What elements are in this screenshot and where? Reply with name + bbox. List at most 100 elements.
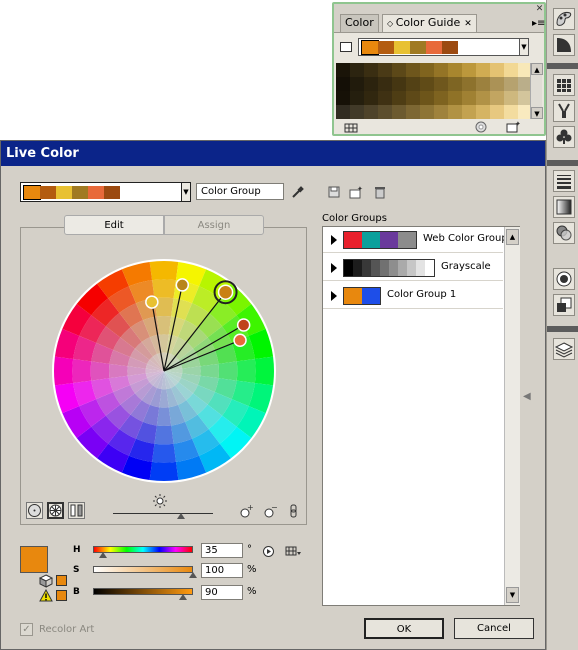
variation-swatch[interactable]: [420, 105, 434, 119]
swatch[interactable]: [378, 41, 394, 54]
brightness-slider[interactable]: [113, 513, 213, 514]
swatch[interactable]: [407, 260, 416, 276]
variation-swatch[interactable]: [434, 77, 448, 91]
color-mode-menu-icon[interactable]: [285, 546, 301, 556]
color-group-swatches[interactable]: [343, 287, 381, 305]
color-group-row[interactable]: Web Color Group: [323, 227, 508, 253]
variation-swatch[interactable]: [434, 91, 448, 105]
variation-swatch[interactable]: [378, 91, 392, 105]
variation-scrollbar[interactable]: ▲ ▼: [530, 63, 543, 119]
variation-swatch[interactable]: [448, 105, 462, 119]
swatch[interactable]: [394, 41, 410, 54]
variation-swatch[interactable]: [392, 91, 406, 105]
appearance-icon[interactable]: [553, 268, 575, 290]
variation-swatch[interactable]: [392, 63, 406, 77]
variation-swatch[interactable]: [392, 77, 406, 91]
variation-swatch[interactable]: [420, 77, 434, 91]
variation-swatch[interactable]: [476, 105, 490, 119]
wheel-segment[interactable]: [154, 425, 174, 445]
group-name-field[interactable]: Color Group: [196, 183, 284, 200]
wheel-segment[interactable]: [149, 461, 179, 481]
variation-swatch[interactable]: [350, 77, 364, 91]
swatch[interactable]: [361, 40, 379, 55]
harmony-swatch-strip[interactable]: [358, 38, 520, 56]
swatch[interactable]: [380, 232, 398, 248]
web-safe-swatch[interactable]: [56, 575, 67, 586]
harmony-color-marker[interactable]: [236, 318, 251, 332]
expand-arrow-icon[interactable]: [331, 291, 337, 301]
variation-swatch[interactable]: [504, 91, 518, 105]
cancel-button[interactable]: Cancel: [454, 618, 534, 639]
tab-edit[interactable]: Edit: [64, 215, 164, 235]
variation-swatch[interactable]: [406, 77, 420, 91]
variation-swatch[interactable]: [420, 63, 434, 77]
swatch[interactable]: [104, 186, 120, 199]
segmented-wheel-button[interactable]: [47, 502, 64, 519]
swatch[interactable]: [380, 260, 389, 276]
delete-icon[interactable]: [373, 185, 387, 199]
variation-swatch[interactable]: [504, 63, 518, 77]
variation-swatch[interactable]: [462, 105, 476, 119]
variation-swatch[interactable]: [350, 105, 364, 119]
brightness-input[interactable]: 90: [201, 585, 243, 600]
graphic-styles-icon[interactable]: [553, 294, 575, 316]
variation-swatch[interactable]: [448, 63, 462, 77]
remove-color-tool-icon[interactable]: −: [263, 503, 278, 518]
scroll-up-arrow[interactable]: ▲: [506, 229, 519, 245]
variation-swatch[interactable]: [462, 91, 476, 105]
variation-swatch[interactable]: [504, 105, 518, 119]
current-group-dropdown[interactable]: ▼: [181, 182, 191, 202]
swatch[interactable]: [442, 41, 458, 54]
expand-arrow-icon[interactable]: [331, 235, 337, 245]
wheel-segment[interactable]: [156, 407, 172, 426]
brightness-value-slider-thumb[interactable]: [179, 594, 187, 600]
symbols-icon[interactable]: [553, 126, 575, 148]
wheel-segment[interactable]: [54, 356, 74, 386]
variation-swatch[interactable]: [350, 91, 364, 105]
save-group-icon[interactable]: ✦: [506, 120, 521, 133]
variation-swatch[interactable]: [336, 63, 350, 77]
color-group-row[interactable]: Grayscale: [323, 255, 503, 281]
variation-swatch[interactable]: [392, 105, 406, 119]
tab-assign[interactable]: Assign: [164, 215, 264, 235]
color-groups-list[interactable]: Web Color Group Grayscale Color Group 1 ▲ …: [322, 226, 520, 606]
saturation-input[interactable]: 100: [201, 563, 243, 578]
variation-swatch[interactable]: [378, 77, 392, 91]
variation-swatch[interactable]: [406, 105, 420, 119]
brushes-icon[interactable]: [553, 100, 575, 122]
variation-swatch[interactable]: [406, 91, 420, 105]
tab-color[interactable]: Color: [340, 14, 379, 32]
variation-swatch[interactable]: [490, 77, 504, 91]
current-group-swatch-strip[interactable]: [20, 182, 182, 202]
swatch[interactable]: [344, 232, 362, 248]
out-of-web-color-icon[interactable]: [38, 574, 54, 588]
brightness-value-slider[interactable]: [93, 588, 193, 595]
swatch[interactable]: [88, 186, 104, 199]
variation-swatch[interactable]: [476, 77, 490, 91]
color-groups-scrollbar[interactable]: ▲ ▼: [504, 227, 520, 605]
swatch[interactable]: [398, 260, 407, 276]
brightness-slider-thumb[interactable]: [177, 513, 185, 519]
close-icon[interactable]: ✕: [534, 4, 545, 15]
selected-color-swatch[interactable]: [20, 546, 48, 573]
swatch[interactable]: [40, 186, 56, 199]
variation-swatch[interactable]: [364, 77, 378, 91]
limit-swatches-icon[interactable]: [344, 123, 358, 133]
stroke-icon[interactable]: [553, 170, 575, 192]
variation-swatch[interactable]: [462, 77, 476, 91]
smooth-wheel-button[interactable]: [26, 502, 43, 519]
harmony-color-marker[interactable]: [175, 278, 190, 292]
variation-swatch[interactable]: [336, 105, 350, 119]
close-tab-icon[interactable]: ✕: [464, 19, 472, 29]
variation-swatch[interactable]: [490, 91, 504, 105]
variation-swatch[interactable]: [378, 105, 392, 119]
hue-slider-thumb[interactable]: [99, 552, 107, 558]
color-group-swatches[interactable]: [343, 259, 435, 277]
wheel-segment[interactable]: [152, 443, 176, 463]
recolor-art-checkbox[interactable]: ✓ Recolor Art: [20, 623, 110, 637]
variation-swatch[interactable]: [378, 63, 392, 77]
gradient-panel-icon[interactable]: [553, 196, 575, 218]
tab-color-guide[interactable]: ◇ Color Guide ✕: [382, 14, 477, 32]
variation-swatch[interactable]: [420, 91, 434, 105]
out-of-gamut-warning-icon[interactable]: [39, 588, 53, 602]
